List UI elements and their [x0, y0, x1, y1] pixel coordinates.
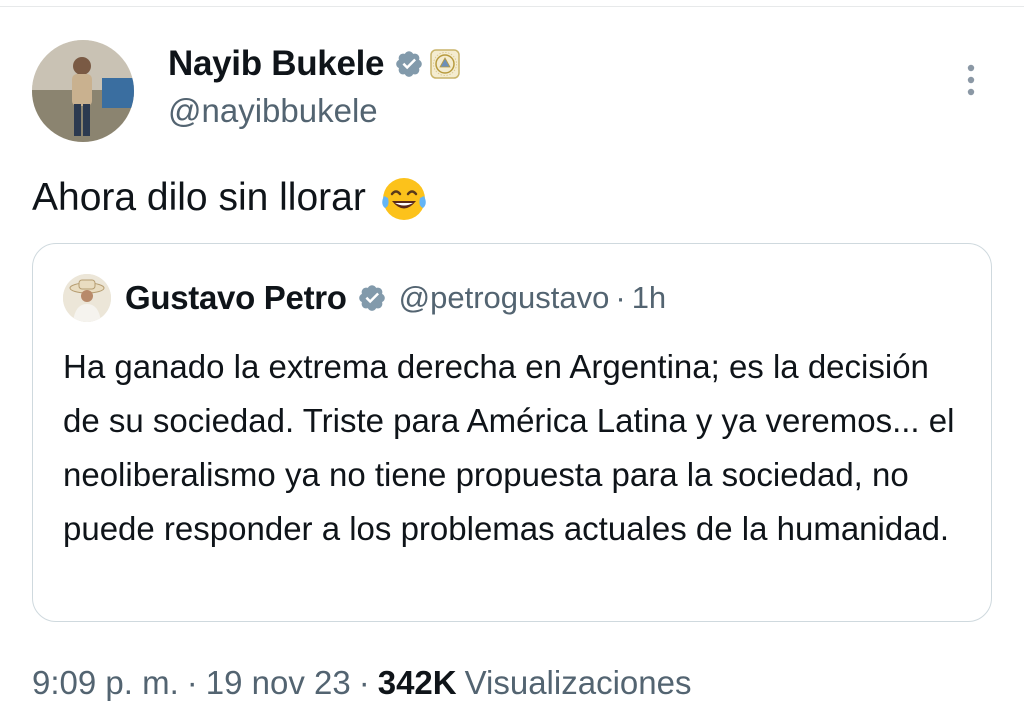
tweet-text-row: Ahora dilo sin llorar [32, 172, 430, 224]
verified-badge-icon [396, 51, 423, 77]
author-block: Nayib Bukele @nayibbukele [168, 44, 460, 130]
quoted-author-handle[interactable]: @petrogustavo [399, 280, 610, 316]
author-name[interactable]: Nayib Bukele [168, 44, 385, 84]
quoted-separator: · [615, 280, 626, 315]
top-divider [0, 6, 1024, 7]
more-options-icon[interactable] [956, 60, 986, 100]
quoted-timestamp[interactable]: 1h [632, 280, 666, 316]
quoted-tweet-text: Ha ganado la extrema derecha en Argentin… [63, 348, 955, 547]
face-with-tears-of-joy-icon [382, 178, 426, 220]
meta-separator: · [186, 664, 198, 701]
quoted-author-avatar[interactable] [63, 274, 111, 322]
author-avatar[interactable] [32, 40, 134, 142]
quoted-author-name[interactable]: Gustavo Petro [125, 279, 347, 317]
quoted-tweet-header: Gustavo Petro @petrogustavo · 1h [63, 274, 666, 322]
tweet-text: Ahora dilo sin llorar [32, 176, 366, 219]
tweet-meta: 9:09 p. m. · 19 nov 23 · 342K Visualizac… [32, 664, 691, 702]
meta-separator: · [358, 664, 370, 701]
el-salvador-coat-of-arms-icon [430, 49, 460, 79]
tweet-date[interactable]: 19 nov 23 [206, 664, 351, 702]
views-label: Visualizaciones [464, 664, 692, 701]
verified-badge-icon [358, 285, 385, 311]
views-count: 342K [377, 664, 457, 701]
quoted-tweet-card[interactable]: Gustavo Petro @petrogustavo · 1h Ha gana… [32, 243, 992, 622]
tweet-time[interactable]: 9:09 p. m. [32, 664, 179, 702]
author-handle[interactable]: @nayibbukele [168, 92, 460, 130]
